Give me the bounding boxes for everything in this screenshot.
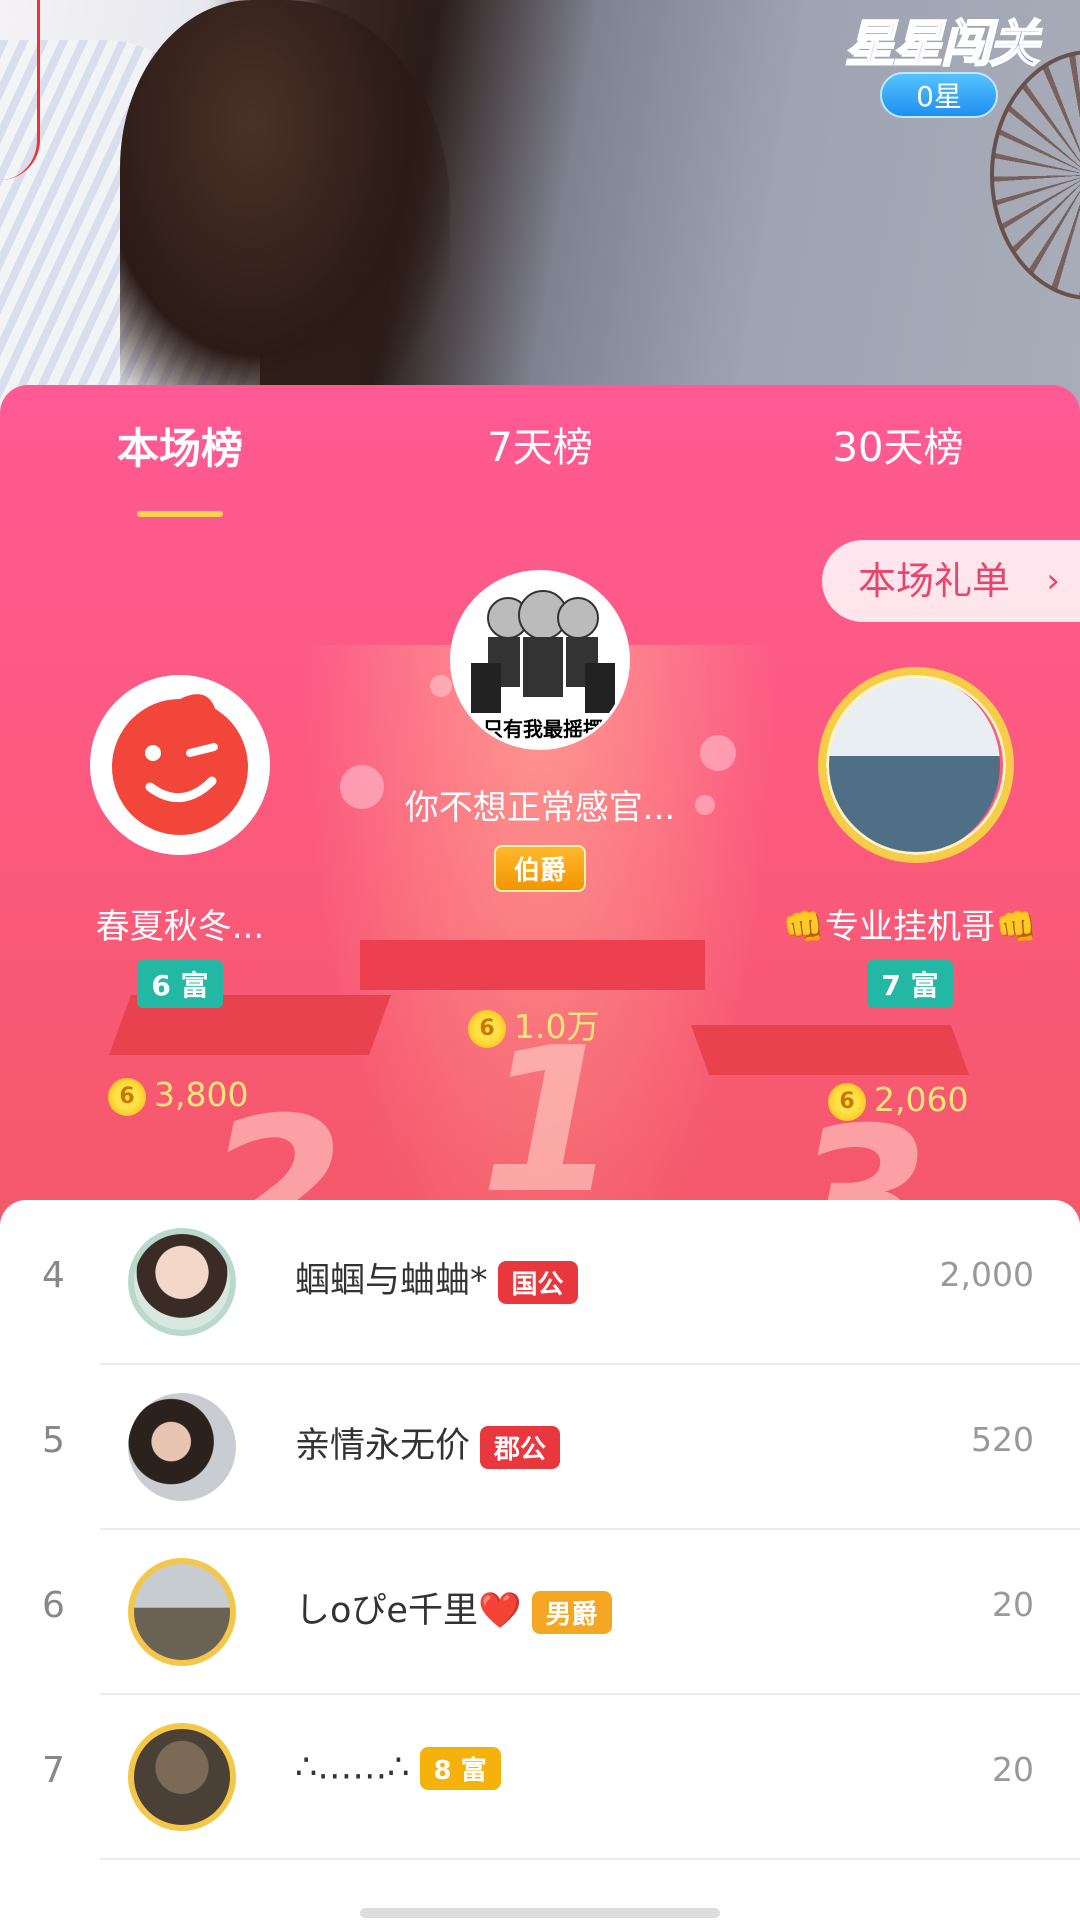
top-user-third-name: 👊专业挂机哥👊 bbox=[782, 907, 1038, 947]
list-item[interactable]: 4 蝈蝈与蛐蛐* 国公 2,000 bbox=[0, 1200, 1080, 1365]
ranking-list: 4 蝈蝈与蛐蛐* 国公 2,000 5 亲情永无价 郡公 520 6 しoぴe千里❤… bbox=[0, 1200, 1080, 1920]
rank-number: 6 bbox=[42, 1585, 65, 1626]
user-name: ∴……∴ bbox=[295, 1747, 410, 1788]
avatar[interactable] bbox=[128, 1558, 236, 1666]
top-user-third-coins: 6 2,060 bbox=[828, 1080, 968, 1121]
coin-icon: 6 bbox=[468, 1009, 506, 1048]
active-tab-indicator bbox=[137, 511, 223, 517]
noble-badge: 男爵 bbox=[531, 1590, 612, 1634]
coins-value: 1.0万 bbox=[514, 1007, 600, 1046]
home-indicator[interactable] bbox=[360, 1908, 720, 1918]
podium-first-top bbox=[360, 940, 705, 990]
gift-list-label: 本场礼单 bbox=[858, 559, 1011, 603]
top-user-first-name: 你不想正常感官... bbox=[404, 788, 676, 828]
list-item[interactable]: 7 ∴……∴ 8 富 20 bbox=[0, 1695, 1080, 1860]
avatar-caption: 只有我最摇摆 bbox=[483, 717, 603, 741]
score: 520 bbox=[971, 1420, 1034, 1459]
gold-frame-ring bbox=[818, 667, 1014, 863]
list-item-user: ∴……∴ 8 富 bbox=[295, 1747, 501, 1790]
user-name: しoぴe千里❤️ bbox=[295, 1591, 522, 1631]
coin-icon: 6 bbox=[828, 1082, 866, 1121]
podium-third-top bbox=[690, 1025, 970, 1075]
gift-list-button[interactable]: 本场礼单 › bbox=[822, 540, 1080, 622]
video-cord bbox=[0, 0, 40, 180]
noble-badge-row: 伯爵 bbox=[320, 845, 760, 892]
top-user-second-coins: 6 3,800 bbox=[108, 1075, 248, 1116]
top-user-first[interactable]: 只有我最摇摆 你不想正常感官... 伯爵 bbox=[320, 570, 760, 892]
top-user-first-coins: 6 1.0万 bbox=[468, 1000, 599, 1048]
rich-level-badge: 6 富 bbox=[137, 960, 223, 1008]
user-name: 亲情永无价 bbox=[295, 1426, 471, 1466]
list-item-user: 蝈蝈与蛐蛐* 国公 bbox=[295, 1252, 578, 1304]
rich-badge-row: 7 富 bbox=[780, 948, 1040, 1008]
ranking-tabs: 本场榜 7天榜 30天榜 bbox=[0, 415, 1080, 517]
tab-30-days[interactable]: 30天榜 bbox=[778, 415, 1018, 473]
coins-value: 3,800 bbox=[154, 1075, 249, 1114]
live-room-ranking-screen: 星星闯关 0星 本场榜 7天榜 30天榜 本场礼单 › 2 1 3 bbox=[0, 0, 1080, 1920]
divider bbox=[100, 1858, 1080, 1860]
rich-level-badge: 8 富 bbox=[419, 1747, 501, 1790]
avatar[interactable] bbox=[128, 1723, 236, 1831]
avatar[interactable] bbox=[128, 1228, 236, 1336]
rich-level-badge: 7 富 bbox=[867, 960, 953, 1008]
list-item[interactable]: 5 亲情永无价 郡公 520 bbox=[0, 1365, 1080, 1530]
chevron-right-icon: › bbox=[1046, 561, 1060, 601]
star-count-pill[interactable]: 0星 bbox=[880, 72, 998, 118]
avatar[interactable] bbox=[90, 675, 270, 855]
top-user-third[interactable]: 👊专业挂机哥👊 7 富 bbox=[780, 667, 1040, 1008]
user-name: 蝈蝈与蛐蛐* bbox=[295, 1261, 488, 1301]
noble-badge: 伯爵 bbox=[493, 845, 586, 892]
tab-7-days[interactable]: 7天榜 bbox=[420, 415, 660, 473]
list-item-user: しoぴe千里❤️ 男爵 bbox=[295, 1582, 612, 1634]
top-user-second[interactable]: 春夏秋冬... 6 富 bbox=[60, 675, 300, 1008]
list-item[interactable]: 6 しoぴe千里❤️ 男爵 20 bbox=[0, 1530, 1080, 1695]
score: 20 bbox=[992, 1750, 1034, 1789]
avatar[interactable]: 只有我最摇摆 bbox=[450, 570, 630, 750]
rank-number: 7 bbox=[42, 1750, 65, 1791]
star-challenge-title[interactable]: 星星闯关 bbox=[844, 4, 1040, 76]
avatar[interactable] bbox=[128, 1393, 236, 1501]
noble-badge: 郡公 bbox=[480, 1425, 561, 1469]
rank-number: 5 bbox=[42, 1420, 65, 1461]
top-user-second-name: 春夏秋冬... bbox=[95, 907, 265, 947]
score: 20 bbox=[992, 1585, 1034, 1624]
rank-number: 4 bbox=[42, 1255, 65, 1296]
rich-badge-row: 6 富 bbox=[60, 948, 300, 1008]
coin-icon: 6 bbox=[108, 1077, 146, 1116]
coins-value: 2,060 bbox=[874, 1080, 969, 1119]
video-hair bbox=[120, 0, 450, 420]
wink-logo-avatar bbox=[90, 675, 270, 855]
list-item-user: 亲情永无价 郡公 bbox=[295, 1417, 561, 1469]
noble-badge: 国公 bbox=[497, 1260, 578, 1304]
score: 2,000 bbox=[939, 1255, 1034, 1294]
tab-this-session[interactable]: 本场榜 bbox=[60, 415, 300, 476]
